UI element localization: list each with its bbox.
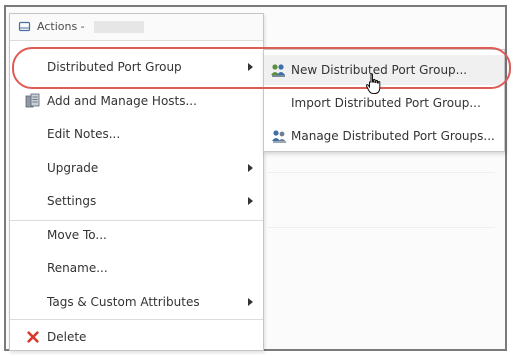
submenu-arrow-icon — [248, 63, 253, 71]
submenu-item-label: Import Distributed Port Group... — [291, 96, 481, 110]
menu-item-label: Add and Manage Hosts... — [47, 94, 197, 108]
menu-item-label: Tags & Custom Attributes — [47, 295, 200, 309]
menu-item-label: Rename... — [47, 261, 108, 275]
hosts-icon — [25, 93, 40, 108]
menu-header-title: Actions - — [37, 20, 85, 33]
submenu-item-label: Manage Distributed Port Groups... — [291, 129, 495, 143]
submenu-item-manage-distributed-port-groups[interactable]: Manage Distributed Port Groups... — [264, 121, 504, 151]
submenu-item-import-distributed-port-group[interactable]: Import Distributed Port Group... — [264, 88, 504, 118]
menu-item-rename[interactable]: Rename... — [10, 253, 263, 283]
menu-item-label: Move To... — [47, 228, 107, 242]
distributed-port-group-submenu: New Distributed Port Group... Import Dis… — [263, 49, 505, 152]
menu-divider — [10, 319, 263, 320]
menu-item-label: Edit Notes... — [47, 127, 121, 141]
background-divider — [268, 227, 495, 228]
menu-divider — [10, 40, 263, 41]
redacted-object-name — [94, 21, 144, 33]
submenu-arrow-icon — [248, 197, 253, 205]
menu-item-add-manage-hosts[interactable]: Add and Manage Hosts... — [10, 86, 263, 116]
submenu-item-new-distributed-port-group[interactable]: New Distributed Port Group... — [264, 55, 504, 85]
menu-item-move-to[interactable]: Move To... — [10, 220, 263, 250]
actions-context-menu: Actions - Distributed Port Group Add and… — [9, 13, 264, 351]
menu-item-label: Distributed Port Group — [47, 60, 182, 74]
menu-item-upgrade[interactable]: Upgrade — [10, 153, 263, 183]
delete-icon — [27, 331, 39, 343]
menu-item-distributed-port-group[interactable]: Distributed Port Group — [10, 52, 263, 82]
manage-port-groups-icon — [272, 130, 286, 143]
background-divider — [268, 172, 495, 173]
submenu-arrow-icon — [248, 298, 253, 306]
menu-item-label: Upgrade — [47, 161, 99, 175]
new-port-group-icon — [271, 64, 285, 77]
menu-item-label: Delete — [47, 330, 87, 344]
menu-item-delete[interactable]: Delete — [10, 322, 263, 352]
menu-item-tags-custom-attributes[interactable]: Tags & Custom Attributes — [10, 287, 263, 317]
menu-item-edit-notes[interactable]: Edit Notes... — [10, 119, 263, 149]
submenu-arrow-icon — [248, 164, 253, 172]
screen: Actions - Distributed Port Group Add and… — [0, 0, 513, 356]
menu-item-settings[interactable]: Settings — [10, 186, 263, 216]
hand-cursor-icon — [365, 73, 381, 94]
menu-header: Actions - — [10, 14, 263, 40]
menu-item-label: Settings — [47, 194, 97, 208]
switch-icon — [18, 21, 31, 32]
